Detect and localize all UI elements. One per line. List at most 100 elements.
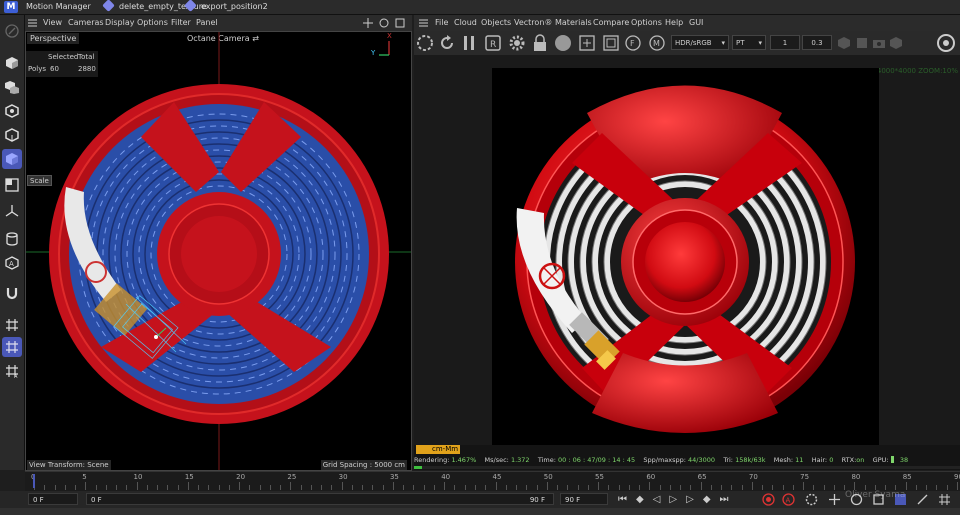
scale-text: Scale bbox=[30, 177, 49, 185]
timeline-tick bbox=[731, 485, 733, 490]
restart-icon[interactable] bbox=[438, 34, 456, 54]
axis-icon[interactable] bbox=[2, 201, 22, 221]
gear-icon[interactable] bbox=[508, 34, 526, 54]
previous-key-icon[interactable]: ◆ bbox=[636, 494, 653, 505]
menu-options[interactable]: Options bbox=[137, 15, 168, 31]
kernel-select[interactable]: PT ▾ bbox=[732, 35, 766, 50]
tab-export-position2[interactable]: export_position2 bbox=[184, 0, 268, 14]
play-icon[interactable]: ▷ bbox=[669, 494, 686, 505]
grid-a-icon[interactable]: A bbox=[2, 361, 22, 381]
menu-display[interactable]: Display bbox=[105, 15, 135, 31]
timeline-tick-label: 75 bbox=[800, 473, 810, 481]
timeline-tick bbox=[946, 485, 948, 490]
grid-icon[interactable] bbox=[2, 315, 22, 335]
menu-view[interactable]: View bbox=[43, 15, 62, 31]
go-to-end-icon[interactable]: ⏭ bbox=[720, 494, 738, 505]
rotate-view-icon[interactable] bbox=[379, 18, 389, 30]
menu-cloud[interactable]: Cloud bbox=[454, 15, 477, 31]
timeline-tick bbox=[218, 485, 220, 490]
timeline-tick bbox=[341, 482, 343, 490]
hexagon-icon-2[interactable] bbox=[890, 37, 902, 51]
focus-icon[interactable]: F bbox=[624, 34, 642, 54]
menu-gui[interactable]: GUI bbox=[689, 15, 703, 31]
start-frame-field[interactable]: 0 F bbox=[28, 493, 78, 505]
move-view-icon[interactable] bbox=[363, 18, 373, 30]
svg-text:R: R bbox=[490, 40, 496, 50]
go-to-start-icon[interactable]: ⏮ bbox=[618, 494, 636, 505]
playhead[interactable] bbox=[33, 474, 35, 488]
menu-filter[interactable]: Filter bbox=[171, 15, 191, 31]
menu-cameras[interactable]: Cameras bbox=[68, 15, 104, 31]
menu-objects[interactable]: Objects bbox=[481, 15, 511, 31]
pen-icon[interactable] bbox=[2, 21, 22, 41]
grid-key-icon[interactable] bbox=[938, 493, 951, 508]
box-select-icon[interactable] bbox=[2, 149, 22, 169]
square-icon[interactable] bbox=[856, 37, 868, 51]
scale-label[interactable]: Scale bbox=[27, 175, 52, 186]
timeline-tick bbox=[331, 485, 333, 490]
color-space-select[interactable]: HDR/sRGB ▾ bbox=[671, 35, 729, 50]
cubes-icon[interactable] bbox=[2, 77, 22, 97]
record-icon[interactable] bbox=[762, 493, 775, 508]
timeline-tick bbox=[95, 485, 97, 490]
cube-icon[interactable] bbox=[2, 53, 22, 73]
menu-panel[interactable]: Panel bbox=[196, 15, 218, 31]
cylinder-icon[interactable] bbox=[2, 229, 22, 249]
value2-field[interactable]: 0.3 bbox=[802, 35, 832, 50]
film-region-icon[interactable] bbox=[602, 34, 620, 54]
zoom-view-icon[interactable] bbox=[395, 18, 405, 30]
auto-key-icon[interactable]: A bbox=[782, 493, 795, 508]
camera-icon[interactable] bbox=[872, 37, 886, 51]
octane-logo-icon[interactable] bbox=[936, 33, 956, 55]
hexagon-outline-icon[interactable] bbox=[2, 125, 22, 145]
end-frame-field[interactable]: 90 F bbox=[560, 493, 608, 505]
timeline-tick bbox=[310, 485, 312, 490]
zoom-info: 4000*4000 ZOOM:10% bbox=[876, 67, 958, 75]
perspective-viewport[interactable]: Perspective Octane Camera ⇄ Selected Tot… bbox=[25, 31, 412, 471]
next-key-icon[interactable]: ◆ bbox=[703, 494, 720, 505]
hamburger-icon[interactable] bbox=[419, 19, 428, 29]
timeline-tick bbox=[772, 485, 774, 490]
menu-vectron[interactable]: Vectron® bbox=[514, 15, 552, 31]
next-frame-icon[interactable]: ▷ bbox=[686, 494, 703, 505]
move-key-icon[interactable] bbox=[828, 493, 841, 508]
menu-materials[interactable]: Materials bbox=[555, 15, 592, 31]
pla-key-icon[interactable] bbox=[916, 493, 929, 508]
menu-file[interactable]: File bbox=[435, 15, 448, 31]
grid-snap-icon[interactable] bbox=[2, 337, 22, 357]
timeline-tick bbox=[905, 482, 907, 490]
stat-value: 44/3000 bbox=[688, 456, 716, 464]
menu-help[interactable]: Help bbox=[665, 15, 683, 31]
current-frame-field[interactable]: 0 F 90 F bbox=[86, 493, 554, 505]
keyframe-settings-icon[interactable] bbox=[805, 493, 818, 508]
timeline-tick-label: 25 bbox=[287, 473, 297, 481]
lock-icon[interactable] bbox=[532, 34, 548, 54]
render-start-icon[interactable] bbox=[416, 34, 434, 54]
status-chip: cm-Mm bbox=[416, 445, 461, 454]
pause-icon[interactable] bbox=[462, 34, 476, 54]
tab-motion-manager[interactable]: Motion Manager bbox=[26, 0, 91, 14]
render-canvas[interactable] bbox=[492, 68, 879, 445]
hexagon-icon[interactable] bbox=[838, 37, 850, 51]
menu-options[interactable]: Options bbox=[631, 15, 662, 31]
material-ball-icon[interactable] bbox=[554, 34, 572, 54]
timeline-tick-label: 45 bbox=[492, 473, 502, 481]
timeline-ruler[interactable]: 051015202530354045505560657075808590 bbox=[25, 471, 960, 492]
hexagon-icon[interactable] bbox=[2, 101, 22, 121]
previous-frame-icon[interactable]: ◁ bbox=[653, 494, 670, 505]
magnet-icon[interactable] bbox=[2, 283, 22, 303]
value1-field[interactable]: 1 bbox=[770, 35, 800, 50]
square-icon[interactable] bbox=[2, 175, 22, 195]
timeline-tick bbox=[392, 482, 394, 490]
timeline-tick bbox=[403, 485, 405, 490]
region-render-icon[interactable]: R bbox=[484, 34, 502, 54]
svg-text:M: M bbox=[653, 39, 660, 48]
menu-compare[interactable]: Compare bbox=[593, 15, 629, 31]
add-region-icon[interactable] bbox=[578, 34, 596, 54]
stat-value: 1.467% bbox=[451, 456, 477, 464]
timeline-tick bbox=[741, 485, 743, 490]
vectron-a-icon[interactable]: A bbox=[2, 253, 22, 273]
stat-value: 158k/63k bbox=[735, 456, 766, 464]
material-pick-icon[interactable]: M bbox=[648, 34, 666, 54]
hamburger-icon[interactable] bbox=[28, 19, 37, 29]
